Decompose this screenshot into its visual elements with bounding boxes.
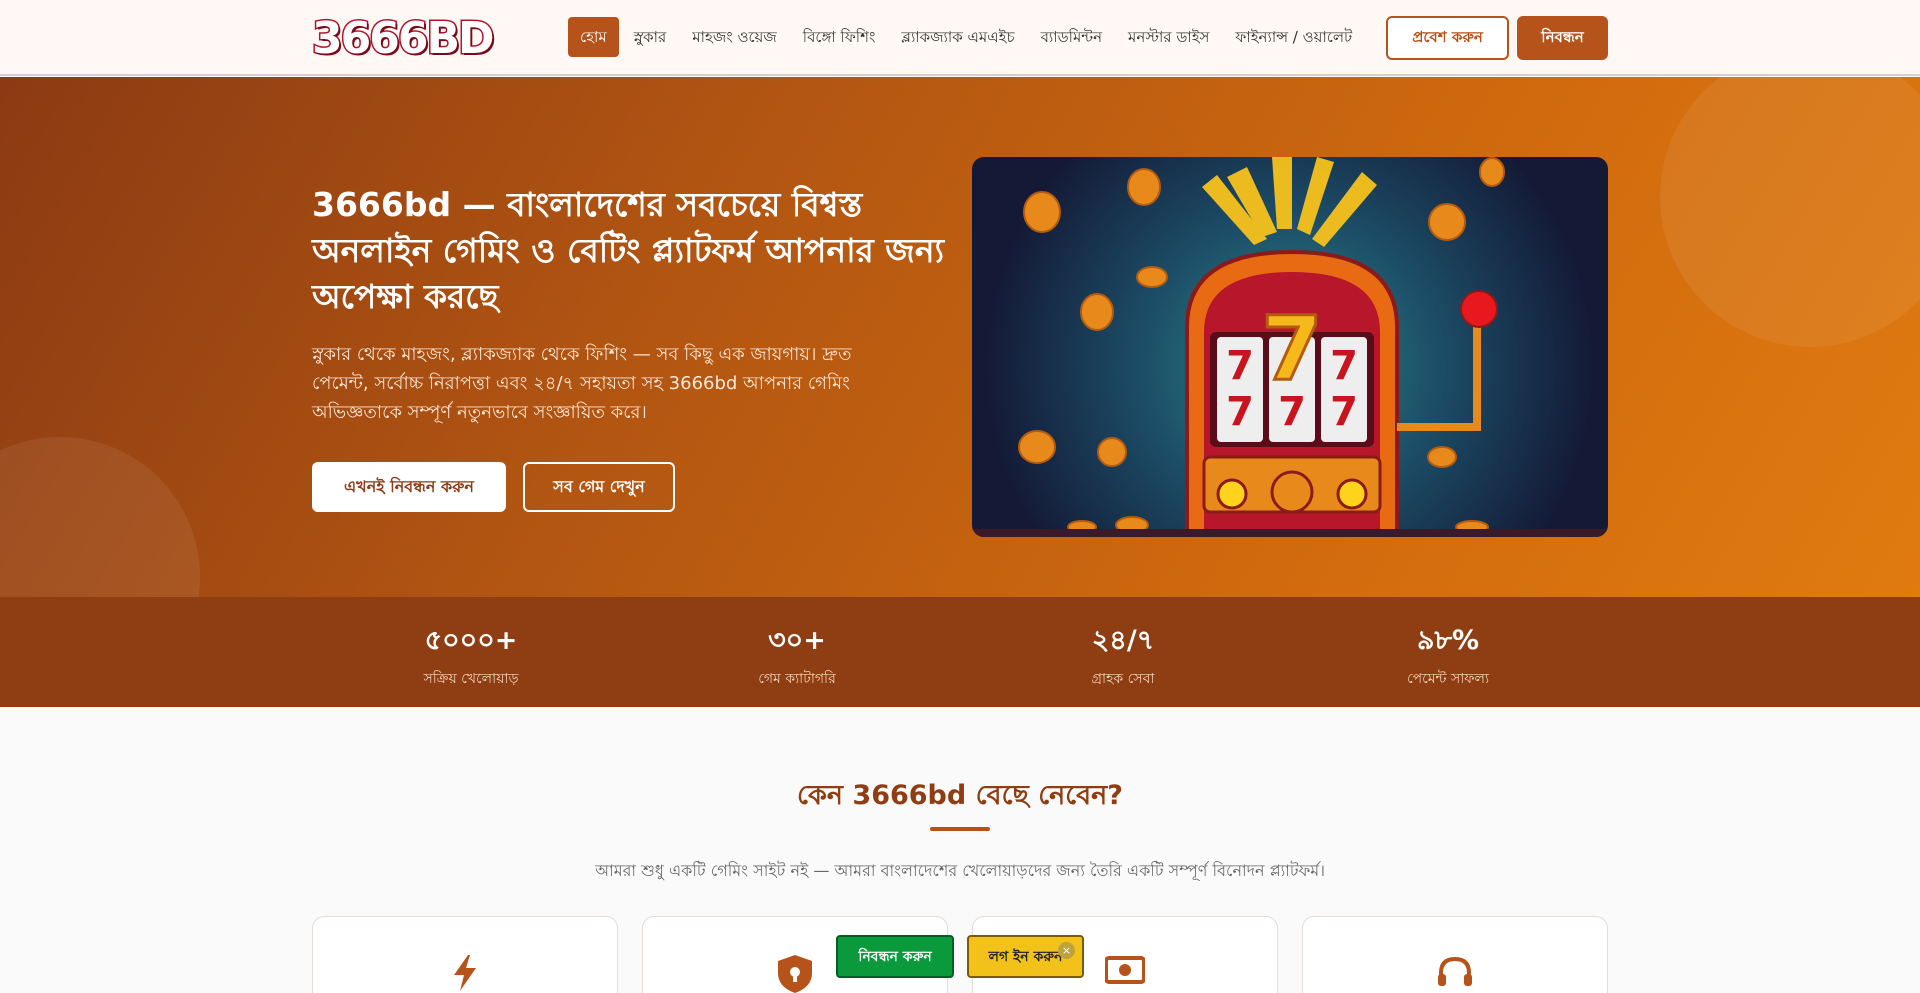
feature-card	[312, 916, 618, 993]
stat-payment-success: ৯৮% পেমেন্ট সাফল্য	[1348, 625, 1548, 691]
main-nav: হোম স্নুকার মাহজং ওয়েজ বিঙ্গো ফিশিং ব্ল…	[568, 17, 1365, 57]
why-section-subtitle: আমরা শুধু একটি গেমিং সাইট নই — আমরা বাংল…	[595, 861, 1325, 880]
svg-text:7: 7	[1226, 389, 1254, 435]
stat-customer-service: ২৪/৭ গ্রাহক সেবা	[1023, 625, 1223, 691]
site-logo[interactable]: 3666BD	[311, 11, 497, 65]
hero-description: স্নুকার থেকে মাহজং, ব্ল্যাকজ্যাক থেকে ফি…	[312, 344, 852, 423]
stat-value: ৫০০০+	[424, 625, 518, 656]
logo-text: 3666BD	[311, 11, 497, 65]
slot-seven-symbol: 7	[1261, 297, 1322, 400]
nav-item-bingo-fishing[interactable]: বিঙ্গো ফিশিং	[790, 17, 889, 57]
feature-card	[1302, 916, 1608, 993]
floating-register-button[interactable]: নিবন্ধন করুন	[836, 935, 954, 978]
lightning-icon	[313, 955, 617, 993]
nav-item-snooker[interactable]: স্নুকার	[621, 17, 680, 57]
stat-game-categories: ৩০+ গেম ক্যাটাগরি	[697, 625, 897, 691]
login-button[interactable]: প্রবেশ করুন	[1386, 16, 1509, 60]
register-button[interactable]: নিবন্ধন	[1517, 16, 1608, 60]
stat-value: ৩০+	[768, 625, 826, 656]
stats-bar: ৫০০০+ সক্রিয় খেলোয়াড় ৩০+ গেম ক্যাটাগর…	[0, 597, 1920, 707]
stat-label: পেমেন্ট সাফল্য	[1406, 671, 1490, 687]
title-divider	[930, 827, 990, 831]
register-now-button[interactable]: এখনই নিবন্ধন করুন	[312, 462, 506, 512]
slot-machine-illustration: 77 7 77 7	[972, 157, 1608, 537]
nav-item-finance-wallet[interactable]: ফাইন্যান্স / ওয়ালেট	[1222, 17, 1365, 57]
svg-text:7: 7	[1226, 343, 1254, 389]
why-section-title: কেন 3666bd বেছে নেবেন?	[797, 780, 1123, 811]
decorative-circle	[1660, 77, 1920, 347]
svg-text:7: 7	[1330, 343, 1358, 389]
svg-text:7: 7	[1330, 389, 1358, 435]
nav-item-home[interactable]: হোম	[568, 17, 619, 57]
nav-item-blackjack-mh[interactable]: ব্ল্যাকজ্যাক এমএইচ	[888, 17, 1027, 57]
view-all-games-button[interactable]: সব গেম দেখুন	[523, 462, 675, 512]
decorative-circle	[0, 437, 200, 597]
stat-label: গ্রাহক সেবা	[1091, 671, 1155, 687]
nav-item-monster-dice[interactable]: মনস্টার ডাইস	[1115, 17, 1222, 57]
headset-icon	[1303, 955, 1607, 993]
stat-value: ৯৮%	[1416, 625, 1480, 656]
stat-label: সক্রিয় খেলোয়াড়	[423, 671, 519, 687]
stat-value: ২৪/৭	[1091, 625, 1155, 656]
nav-item-badminton[interactable]: ব্যাডমিন্টন	[1028, 17, 1115, 57]
nav-item-mahjong-ways[interactable]: মাহজং ওয়েজ	[679, 17, 790, 57]
hero-section: 3666bd — বাংলাদেশের সবচেয়ে বিশ্বস্ত অনল…	[0, 77, 1920, 597]
stat-active-players: ৫০০০+ সক্রিয় খেলোয়াড়	[371, 625, 571, 691]
hero-title: 3666bd — বাংলাদেশের সবচেয়ে বিশ্বস্ত অনল…	[312, 185, 945, 316]
close-icon[interactable]: ×	[1058, 942, 1075, 959]
site-header: 3666BD হোম স্নুকার মাহজং ওয়েজ বিঙ্গো ফি…	[0, 0, 1920, 76]
slot-machine-image: 77 7 77 7	[972, 157, 1608, 537]
stat-label: গেম ক্যাটাগরি	[758, 671, 836, 687]
